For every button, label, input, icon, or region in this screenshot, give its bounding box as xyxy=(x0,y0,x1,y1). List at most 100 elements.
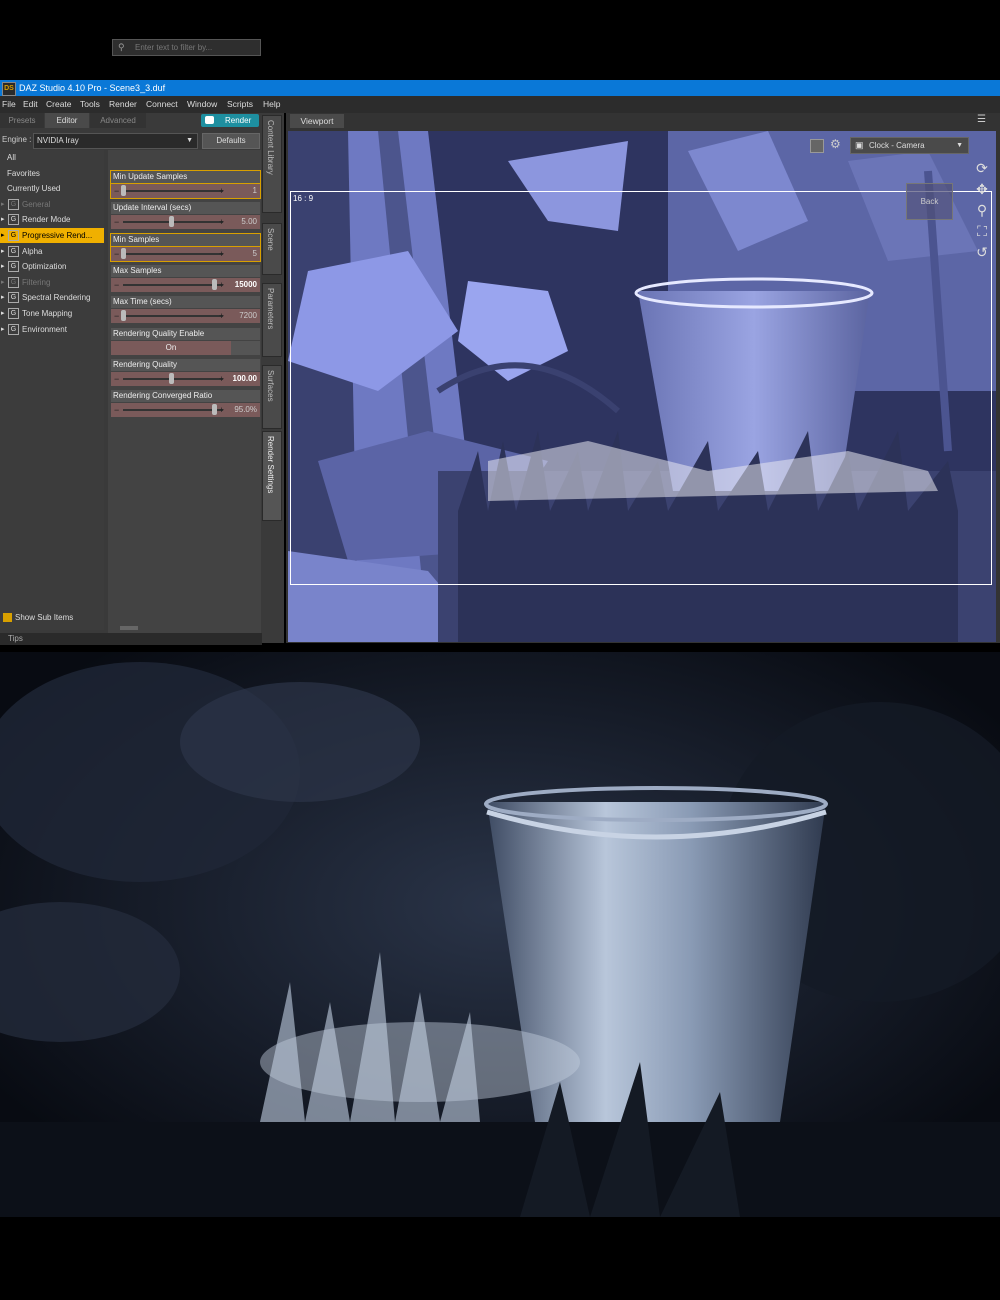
tab-advanced[interactable]: Advanced xyxy=(90,113,146,128)
defaults-button[interactable]: Defaults xyxy=(202,133,260,149)
slider-knob[interactable] xyxy=(212,278,218,290)
property-value[interactable]: 100.00 xyxy=(233,372,257,386)
decrement-icon[interactable]: − xyxy=(114,215,119,229)
menu-connect[interactable]: Connect xyxy=(146,96,178,113)
nav-item[interactable]: ▸ G Tone Mapping xyxy=(0,306,104,321)
expand-arrow-icon[interactable]: ▸ xyxy=(1,290,5,305)
slider-track[interactable] xyxy=(123,283,223,286)
decrement-icon[interactable]: − xyxy=(114,278,119,292)
decrement-icon[interactable]: − xyxy=(114,309,119,323)
decrement-icon[interactable]: − xyxy=(114,247,119,261)
pane-menu-icon[interactable]: ☰ xyxy=(977,114,986,125)
tab-scene[interactable]: Scene xyxy=(262,223,282,275)
expand-arrow-icon[interactable]: ▸ xyxy=(1,275,5,290)
gear-icon[interactable]: ⚙ xyxy=(830,137,841,151)
property-slider[interactable]: − +5 xyxy=(110,245,261,262)
expand-arrow-icon[interactable]: ▸ xyxy=(1,322,5,337)
slider-knob[interactable] xyxy=(121,185,126,196)
nav-item-label: Favorites xyxy=(7,168,40,178)
menu-window[interactable]: Window xyxy=(187,96,217,113)
nav-item[interactable]: ▸ G Render Mode xyxy=(0,212,104,227)
engine-select[interactable]: NVIDIA Iray ▼ xyxy=(33,133,198,149)
toggle-value: On xyxy=(111,340,231,355)
nav-item[interactable]: ▸ G Optimization xyxy=(0,259,104,274)
slider-knob[interactable] xyxy=(212,404,218,416)
property-value[interactable]: 7200 xyxy=(239,309,257,323)
decrement-icon[interactable]: − xyxy=(114,372,119,386)
nav-item[interactable]: All xyxy=(0,150,104,165)
property-value[interactable]: 15000 xyxy=(235,278,257,292)
menu-create[interactable]: Create xyxy=(46,96,72,113)
increment-icon[interactable]: + xyxy=(219,309,224,323)
tab-presets[interactable]: Presets xyxy=(0,113,44,128)
property-slider[interactable]: − +15000 xyxy=(111,277,260,292)
property-slider[interactable]: − +95.0% xyxy=(111,403,260,418)
resize-handle[interactable] xyxy=(120,626,138,630)
property-row: Max Samples − +15000 xyxy=(111,264,260,295)
orbit-icon[interactable]: ⟳ xyxy=(972,158,992,178)
tab-editor[interactable]: Editor xyxy=(45,113,89,128)
decrement-icon[interactable]: − xyxy=(114,184,119,198)
slider-track[interactable] xyxy=(123,315,223,318)
zoom-icon[interactable]: ⚲ xyxy=(972,200,992,220)
property-value[interactable]: 1 xyxy=(253,184,257,198)
expand-arrow-icon[interactable]: ▸ xyxy=(1,228,5,243)
nav-item[interactable]: ▸ G General xyxy=(0,197,104,212)
slider-track[interactable] xyxy=(123,409,223,412)
slider-track[interactable] xyxy=(123,190,223,192)
pan-icon[interactable]: ✥ xyxy=(972,179,992,199)
expand-arrow-icon[interactable]: ▸ xyxy=(1,197,5,212)
slider-knob[interactable] xyxy=(121,247,126,259)
increment-icon[interactable]: + xyxy=(219,278,224,292)
increment-icon[interactable]: + xyxy=(219,372,224,386)
property-toggle[interactable]: On xyxy=(111,340,260,355)
tips-bar[interactable]: Tips xyxy=(0,633,262,645)
menu-help[interactable]: Help xyxy=(263,96,280,113)
reset-view-icon[interactable]: ↺ xyxy=(972,242,992,262)
property-slider[interactable]: − +100.00 xyxy=(111,371,260,386)
draw-style-icon[interactable] xyxy=(810,139,824,153)
expand-arrow-icon[interactable]: ▸ xyxy=(1,244,5,259)
nav-item[interactable]: Favorites xyxy=(0,166,104,181)
slider-knob[interactable] xyxy=(169,216,174,228)
frame-icon[interactable]: ⛶ xyxy=(972,221,992,241)
increment-icon[interactable]: + xyxy=(219,215,224,229)
tab-parameters[interactable]: Parameters xyxy=(262,283,282,357)
tab-content-library[interactable]: Content Library xyxy=(262,115,282,213)
increment-icon[interactable]: + xyxy=(219,247,224,261)
nav-item[interactable]: ▸ G Progressive Rend... xyxy=(0,228,104,243)
tab-surfaces[interactable]: Surfaces xyxy=(262,365,282,429)
expand-arrow-icon[interactable]: ▸ xyxy=(1,212,5,227)
property-slider[interactable]: − +7200 xyxy=(111,309,260,324)
property-slider[interactable]: − +1 xyxy=(110,183,261,199)
property-value[interactable]: 5.00 xyxy=(241,215,257,229)
nav-item[interactable]: ▸ G Environment xyxy=(0,322,104,337)
slider-knob[interactable] xyxy=(121,310,126,322)
increment-icon[interactable]: + xyxy=(219,403,224,417)
camera-select[interactable]: ▣ Clock - Camera ▼ xyxy=(850,137,969,154)
nav-item[interactable]: ▸ G Filtering xyxy=(0,275,104,290)
nav-item[interactable]: ▸ G Spectral Rendering xyxy=(0,290,104,305)
property-value[interactable]: 5 xyxy=(253,247,257,261)
nav-item[interactable]: Currently Used xyxy=(0,181,104,196)
menu-scripts[interactable]: Scripts xyxy=(227,96,253,113)
property-slider[interactable]: − +5.00 xyxy=(111,215,260,230)
menu-edit[interactable]: Edit xyxy=(23,96,38,113)
slider-knob[interactable] xyxy=(169,372,174,384)
tab-render-settings[interactable]: Render Settings xyxy=(262,431,282,521)
show-sub-items-checkbox[interactable]: Show Sub Items xyxy=(0,611,104,625)
filter-input[interactable]: ⚲ Enter text to filter by... xyxy=(112,39,261,56)
render-button[interactable]: Render xyxy=(201,114,259,127)
slider-track[interactable] xyxy=(123,252,223,255)
increment-icon[interactable]: + xyxy=(219,184,224,198)
menu-render[interactable]: Render xyxy=(109,96,137,113)
property-value[interactable]: 95.0% xyxy=(234,403,257,417)
decrement-icon[interactable]: − xyxy=(114,403,119,417)
view-cube[interactable]: Back xyxy=(906,183,953,220)
menu-tools[interactable]: Tools xyxy=(80,96,100,113)
nav-item[interactable]: ▸ G Alpha xyxy=(0,244,104,259)
expand-arrow-icon[interactable]: ▸ xyxy=(1,259,5,274)
menu-file[interactable]: File xyxy=(2,96,16,113)
tab-viewport[interactable]: Viewport xyxy=(290,114,344,128)
expand-arrow-icon[interactable]: ▸ xyxy=(1,306,5,321)
